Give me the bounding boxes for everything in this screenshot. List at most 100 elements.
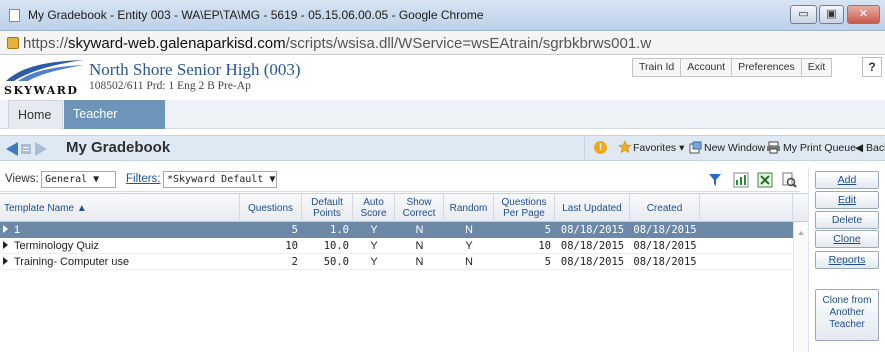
skyward-logo: SKYWARD	[4, 58, 86, 98]
col-last-updated[interactable]: Last Updated	[555, 194, 630, 222]
cell-random: Y	[465, 240, 473, 252]
cell-auto-score: Y	[370, 240, 378, 252]
help-button[interactable]: ?	[862, 57, 882, 77]
expand-icon[interactable]	[3, 257, 8, 265]
cell-last-updated: 08/18/2015	[560, 256, 625, 268]
filters-select[interactable]: *Skyward Default ▼	[163, 171, 277, 188]
expand-icon[interactable]	[3, 241, 8, 249]
cell-questions: 10	[285, 240, 298, 252]
page-title-bar: My Gradebook ! Favorites ▾ New Window My…	[0, 135, 885, 161]
col-random[interactable]: Random	[444, 194, 494, 222]
filter-icon[interactable]	[707, 172, 723, 188]
cell-name: Terminology Quiz	[0, 238, 240, 254]
col-created[interactable]: Created	[630, 194, 700, 222]
cell-points: 1.0	[330, 224, 349, 236]
templates-table: Template Name ▲ Questions Default Points…	[0, 193, 808, 352]
preferences-link[interactable]: Preferences	[732, 59, 802, 76]
cell-created: 08/18/2015	[633, 256, 697, 268]
back-link[interactable]: ◀ Back	[855, 142, 885, 154]
cell-last-updated: 08/18/2015	[560, 240, 625, 252]
minimize-button[interactable]: ▭	[790, 5, 817, 24]
edit-button[interactable]: Edit	[815, 191, 879, 209]
nav-arrows	[6, 142, 47, 156]
export-excel-icon[interactable]	[757, 172, 773, 188]
delete-button[interactable]: Delete	[815, 211, 879, 229]
nav-bar: Home Teacher Access	[0, 100, 885, 150]
logo-text: SKYWARD	[4, 84, 79, 97]
col-default-points[interactable]: Default Points	[302, 194, 353, 222]
cell-per-page: 10	[538, 240, 551, 252]
scroll-up-icon[interactable]	[798, 231, 804, 235]
col-template-name[interactable]: Template Name ▲	[0, 194, 240, 222]
views-select[interactable]: General ▼	[41, 171, 116, 188]
table-scrollbar[interactable]	[793, 222, 808, 352]
reports-button[interactable]: Reports	[815, 251, 879, 269]
cell-questions: 5	[291, 224, 298, 236]
cell-name-text: Terminology Quiz	[14, 240, 99, 252]
cell-created: 08/18/2015	[633, 224, 697, 236]
filters-value: *Skyward Default	[167, 174, 264, 185]
tab-home[interactable]: Home	[8, 100, 63, 129]
url-text[interactable]: https://skyward-web.galenaparkisd.com/sc…	[23, 35, 651, 52]
train-id-link[interactable]: Train Id	[633, 59, 682, 76]
top-links: Train Id Account Preferences Exit	[632, 58, 833, 77]
col-questions-per-page[interactable]: Questions Per Page	[494, 194, 555, 222]
chart-icon[interactable]	[733, 172, 749, 188]
window-title: My Gradebook - Entity 003 - WA\EP\TA\MG …	[28, 8, 484, 22]
clone-button[interactable]: Clone	[815, 230, 879, 248]
cell-points: 50.0	[323, 256, 349, 268]
page-title: My Gradebook	[66, 139, 171, 156]
cell-name: Training- Computer use	[0, 254, 240, 270]
cell-show-correct: N	[415, 256, 424, 268]
cell-last-updated: 08/18/2015	[560, 224, 625, 236]
back-label: Back	[866, 142, 885, 154]
col-questions[interactable]: Questions	[240, 194, 302, 222]
cell-per-page: 5	[544, 224, 551, 236]
table-row[interactable]: Training- Computer use 2 50.0 Y N N 5 08…	[0, 254, 793, 270]
filters-link[interactable]: Filters:	[126, 173, 161, 185]
cell-created: 08/18/2015	[633, 240, 697, 252]
cell-random: N	[465, 224, 473, 236]
cell-random: N	[465, 256, 473, 268]
close-button[interactable]: ✕	[847, 5, 880, 24]
sort-asc-icon: ▲	[76, 202, 87, 214]
cell-auto-score: Y	[370, 256, 378, 268]
expand-icon[interactable]	[3, 225, 8, 233]
table-row[interactable]: 1 5 1.0 Y N N 5 08/18/2015 08/18/2015	[0, 222, 793, 238]
logo-swoosh-icon	[6, 60, 84, 81]
address-bar[interactable]: https://skyward-web.galenaparkisd.com/sc…	[0, 31, 885, 55]
col-auto-score[interactable]: Auto Score	[353, 194, 395, 222]
print-queue-link[interactable]: My Print Queue	[783, 142, 856, 154]
cell-show-correct: N	[415, 240, 424, 252]
new-window-link[interactable]: New Window	[704, 142, 765, 154]
views-label: Views:	[5, 173, 39, 185]
favorites-menu[interactable]: Favorites ▾	[633, 142, 684, 154]
add-button[interactable]: Add	[815, 171, 879, 189]
views-value: General	[45, 174, 88, 185]
cell-auto-score: Y	[370, 224, 378, 236]
url-scheme: https://	[23, 35, 69, 52]
cell-per-page: 5	[544, 256, 551, 268]
cell-questions: 2	[291, 256, 298, 268]
clone-from-another-teacher-button[interactable]: Clone from Another Teacher	[815, 289, 879, 341]
printer-icon	[767, 141, 780, 154]
forward-arrow-icon[interactable]	[35, 142, 47, 156]
account-link[interactable]: Account	[681, 59, 733, 76]
list-icon[interactable]	[21, 144, 31, 154]
table-header: Template Name ▲ Questions Default Points…	[0, 194, 808, 222]
col-template-name-label: Template Name	[4, 202, 75, 214]
col-show-correct[interactable]: Show Correct	[395, 194, 444, 222]
maximize-button[interactable]: ▣	[819, 5, 844, 24]
alert-icon[interactable]: !	[594, 141, 607, 154]
print-preview-icon[interactable]	[781, 172, 797, 188]
url-path: /scripts/wsisa.dll/WService=wsEAtrain/sg…	[285, 35, 652, 52]
back-arrow-icon[interactable]	[6, 142, 18, 156]
col-spacer	[700, 194, 793, 222]
cell-points: 10.0	[323, 240, 349, 252]
url-host: skyward-web.galenaparkisd.com	[68, 35, 286, 52]
tab-teacher-access[interactable]: Teacher Access	[64, 100, 165, 150]
table-row[interactable]: Terminology Quiz 10 10.0 Y N Y 10 08/18/…	[0, 238, 793, 254]
exit-link[interactable]: Exit	[802, 59, 832, 76]
new-window-icon	[689, 141, 702, 154]
cell-name: 1	[0, 222, 240, 238]
